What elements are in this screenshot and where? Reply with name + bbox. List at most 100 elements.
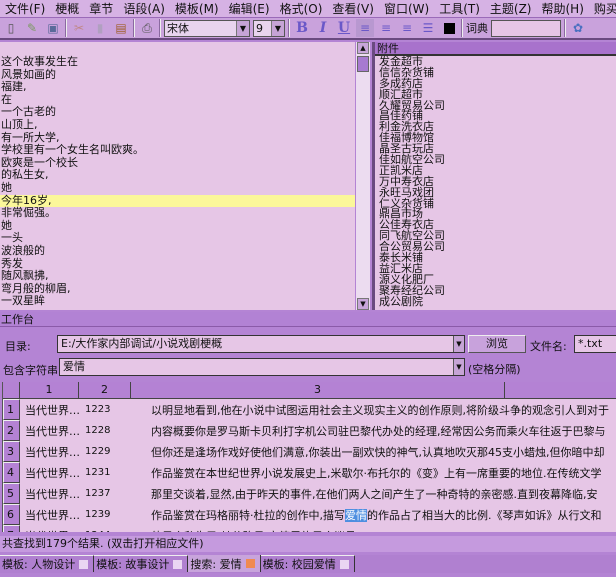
menu-view[interactable]: 查看(V) (327, 0, 379, 17)
tab[interactable]: 模板: 故事设计 (94, 555, 189, 572)
menu-chapter[interactable]: 章节 (84, 0, 118, 17)
dictionary-input[interactable] (491, 19, 561, 37)
directory-input[interactable]: E:/大作家内部调试/小说戏剧梗概 ▼ (57, 335, 465, 353)
bold-button[interactable]: B (293, 19, 311, 37)
scroll-down-icon[interactable]: ▼ (357, 298, 369, 310)
tab[interactable]: 模板: 人物设计 (0, 555, 95, 572)
size-select[interactable]: 9 ▼ (253, 19, 285, 37)
cell-source: 当代世界… (25, 487, 80, 501)
menu-template[interactable]: 模板(M) (170, 0, 224, 17)
cell-source: 当代世界… (20, 528, 80, 533)
filename-input[interactable]: *.txt (574, 335, 616, 353)
editor-line: 风景如画的 (1, 67, 56, 81)
cell-context: 但你还是逢场作戏好使他们满意,你装出一副欢快的神气,认真地吹灭那45支小蜡烛,但… (151, 445, 605, 459)
menu-theme[interactable]: 主题(Z) (485, 0, 537, 17)
results-grid: 1 2 3 1 当代世界… 1223 以明显地看到,他在小说中试图运用社会主义现实主义… (2, 382, 616, 532)
row-number[interactable]: 1 (3, 399, 20, 420)
directory-label: 目录: (5, 340, 31, 353)
attachment-item[interactable]: 永旺马戏团 (375, 187, 616, 198)
menu-paragraph[interactable]: 语段(A) (118, 0, 170, 17)
menu-help[interactable]: 帮助(H) (536, 0, 588, 17)
cell-source: 当代世界… (25, 466, 80, 480)
menu-tools[interactable]: 工具(T) (434, 0, 485, 17)
separator (288, 19, 290, 37)
tab[interactable]: 模板: 校园爱情 (260, 555, 355, 572)
close-icon[interactable] (173, 559, 183, 569)
toolbar: ▯ ✎ ▣ ✂ ▮ ▤ ⎙ 宋体 ▼ 9 ▼ B I U ≡ ≡ ≡ ☰ 词典 ✿ (0, 18, 616, 40)
menu-window[interactable]: 窗口(W) (379, 0, 434, 17)
tab-label: 模板: 故事设计 (96, 558, 170, 571)
row-number[interactable]: 5 (3, 483, 20, 504)
search-match: 爱情 (345, 508, 367, 522)
align-center-icon[interactable]: ≡ (377, 19, 395, 37)
table-row[interactable]: 3 当代世界… 1229 但你还是逢场作戏好使他们满意,你装出一副欢快的神气,认真地吹… (3, 441, 616, 462)
menu-buy[interactable]: 购买(B) (589, 0, 616, 17)
cell-position: 1231 (85, 467, 111, 478)
editor-scrollbar[interactable]: ▲ ▼ (356, 42, 370, 310)
editor-line: 一头 (1, 231, 23, 245)
cell-context: 他是个私生子,其父路易·安德里约是个议员 (131, 528, 616, 533)
cell-context: 作品鉴赏在本世纪世界小说发展史上,米歇尔·布托尔的《变》上有一席重要的地位.在传… (151, 466, 602, 480)
menu-file[interactable]: 文件(F) (0, 0, 50, 17)
attachment-item[interactable]: 聚寿经纪公司 (375, 285, 616, 296)
underline-button[interactable]: U (335, 19, 353, 37)
chevron-down-icon[interactable]: ▼ (236, 20, 249, 36)
close-icon[interactable] (245, 559, 255, 568)
context-post: 的作品占了相当大的比例.《琴声如诉》从行文和 (367, 508, 602, 522)
search-string-input[interactable]: 爱情 ▼ (59, 358, 465, 376)
chevron-down-icon[interactable]: ▼ (271, 20, 284, 36)
table-row[interactable]: 6 当代世界… 1239 作品鉴赏在玛格丽特·杜拉的创作中,描写爱情的作品占了相当大的… (3, 504, 616, 525)
table-row[interactable]: 5 当代世界… 1237 那里交谈着,显然,由于昨天的事件,在他们两人之间产生了一种奇… (3, 483, 616, 504)
attachment-item[interactable]: 成公剧院 (375, 296, 616, 307)
row-number[interactable]: 2 (3, 420, 20, 441)
cut-icon[interactable]: ✂ (70, 19, 88, 37)
editor-line: 一个古老的 (1, 105, 56, 119)
justify-icon[interactable]: ☰ (419, 19, 437, 37)
color-picker-icon[interactable] (440, 19, 458, 37)
row-number[interactable]: 6 (3, 504, 20, 525)
editor-line: 非常倔强。 (1, 206, 56, 220)
scroll-thumb[interactable] (357, 56, 369, 72)
chevron-down-icon[interactable]: ▼ (453, 336, 464, 352)
search-string-value: 爱情 (63, 360, 85, 373)
table-row[interactable]: 7当代世界…1244他是个私生子,其父路易·安德里约是个议员 (3, 525, 616, 532)
align-right-icon[interactable]: ≡ (398, 19, 416, 37)
browse-button[interactable]: 浏览 (468, 335, 526, 353)
separator-hint: (空格分隔) (468, 363, 521, 376)
menu-outline[interactable]: 梗概 (50, 0, 84, 17)
column-header-1[interactable]: 1 (20, 382, 79, 398)
column-header-2[interactable]: 2 (79, 382, 131, 398)
grid-rows: 1 当代世界… 1223 以明显地看到,他在小说中试图运用社会主义现实主义的创作原则,… (3, 399, 616, 532)
close-icon[interactable] (339, 559, 349, 569)
editor-line: 山顶上, (1, 117, 38, 131)
corner-cell (3, 382, 20, 398)
row-number[interactable]: 3 (3, 441, 20, 462)
chevron-down-icon[interactable]: ▼ (453, 359, 464, 375)
attachment-item[interactable]: 顺汇超市 (375, 89, 616, 100)
row-number[interactable]: 7 (3, 525, 20, 532)
print-icon[interactable]: ⎙ (138, 19, 156, 37)
editor-line: 福建, (1, 80, 27, 94)
separator (564, 19, 566, 37)
italic-button[interactable]: I (314, 19, 332, 37)
table-row[interactable]: 1 当代世界… 1223 以明显地看到,他在小说中试图运用社会主义现实主义的创作原则,… (3, 399, 616, 420)
new-file-icon[interactable]: ▯ (2, 19, 20, 37)
table-row[interactable]: 2 当代世界… 1228 内容概要你是罗马斯卡贝利打字机公司驻巴黎代办处的经理,经常因… (3, 420, 616, 441)
scroll-up-icon[interactable]: ▲ (357, 42, 369, 54)
text-editor[interactable]: 这个故事发生在 风景如画的 福建, 在一个古老的 山顶上, 有一所大学, 学校里有一个女生名… (0, 42, 355, 310)
align-left-icon[interactable]: ≡ (356, 19, 374, 37)
font-select[interactable]: 宋体 ▼ (164, 19, 250, 37)
paste-icon[interactable]: ▤ (112, 19, 130, 37)
editor-line: 的私生女, (1, 168, 49, 182)
table-row[interactable]: 4 当代世界… 1231 作品鉴赏在本世纪世界小说发展史上,米歇尔·布托尔的《变》上有… (3, 462, 616, 483)
menu-format[interactable]: 格式(O) (275, 0, 328, 17)
column-header-3[interactable]: 3 (131, 382, 505, 398)
tab[interactable]: 搜索: 爱情 (188, 555, 261, 572)
save-icon[interactable]: ▣ (44, 19, 62, 37)
row-number[interactable]: 4 (3, 462, 20, 483)
paw-icon[interactable]: ✿ (569, 19, 587, 37)
open-file-icon[interactable]: ✎ (23, 19, 41, 37)
menu-edit[interactable]: 编辑(E) (224, 0, 275, 17)
copy-icon[interactable]: ▮ (91, 19, 109, 37)
close-icon[interactable] (79, 559, 89, 569)
